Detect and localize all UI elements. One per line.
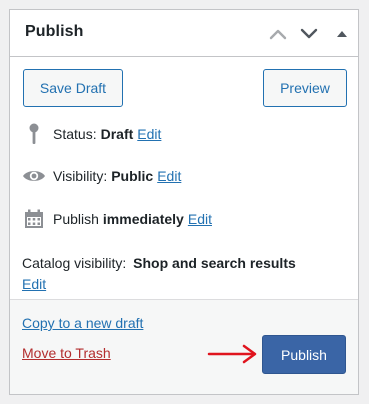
red-arrow-right-icon (207, 344, 257, 364)
status-label: Status: (53, 126, 97, 142)
status-row: Status: Draft Edit (22, 122, 161, 146)
catalog-visibility-label: Catalog visibility: (22, 255, 127, 271)
publish-schedule-value: immediately (102, 211, 184, 227)
publish-actions-footer: Copy to a new draft Move to Trash Publis… (10, 299, 358, 394)
panel-title: Publish (25, 23, 84, 40)
visibility-value: Public (111, 168, 154, 184)
publish-schedule-label: Publish (53, 211, 99, 227)
pin-icon (22, 122, 46, 146)
panel-header: Publish (10, 10, 358, 57)
publish-panel: Publish Save Draft Preview Status: Draft… (9, 9, 359, 395)
catalog-visibility-value: Shop and search results (133, 255, 296, 271)
eye-icon (22, 164, 46, 188)
status-value: Draft (100, 126, 134, 142)
edit-catalog-visibility-link[interactable]: Edit (22, 276, 46, 292)
edit-visibility-link[interactable]: Edit (157, 168, 181, 184)
edit-schedule-link[interactable]: Edit (188, 211, 212, 227)
chevron-down-icon[interactable] (297, 22, 321, 46)
copy-to-new-draft-link[interactable]: Copy to a new draft (22, 315, 143, 331)
publish-button[interactable]: Publish (262, 335, 346, 374)
visibility-label: Visibility: (53, 168, 108, 184)
catalog-visibility-row: Catalog visibility: Shop and search resu… (22, 253, 296, 295)
visibility-row: Visibility: Public Edit (22, 164, 181, 188)
move-to-trash-link[interactable]: Move to Trash (22, 345, 111, 361)
triangle-up-icon[interactable] (330, 22, 354, 46)
calendar-icon (22, 207, 46, 231)
save-draft-button[interactable]: Save Draft (23, 69, 123, 107)
preview-button[interactable]: Preview (263, 69, 347, 107)
edit-status-link[interactable]: Edit (137, 126, 161, 142)
publish-schedule-row: Publish immediately Edit (22, 207, 212, 231)
chevron-up-icon[interactable] (266, 22, 290, 46)
